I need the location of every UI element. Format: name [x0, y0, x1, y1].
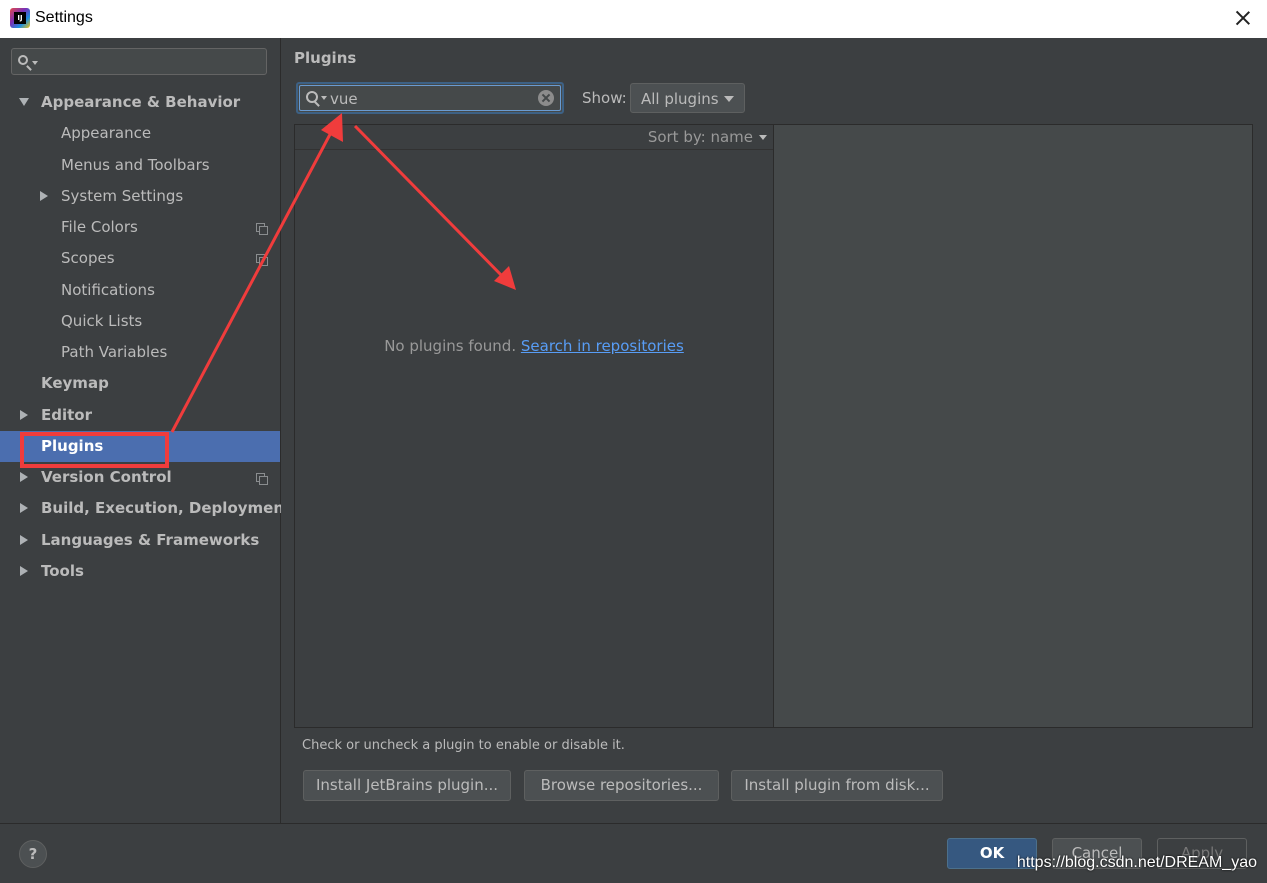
- annotation-arrows: [170, 113, 516, 433]
- annotation-arrowhead: [321, 113, 343, 142]
